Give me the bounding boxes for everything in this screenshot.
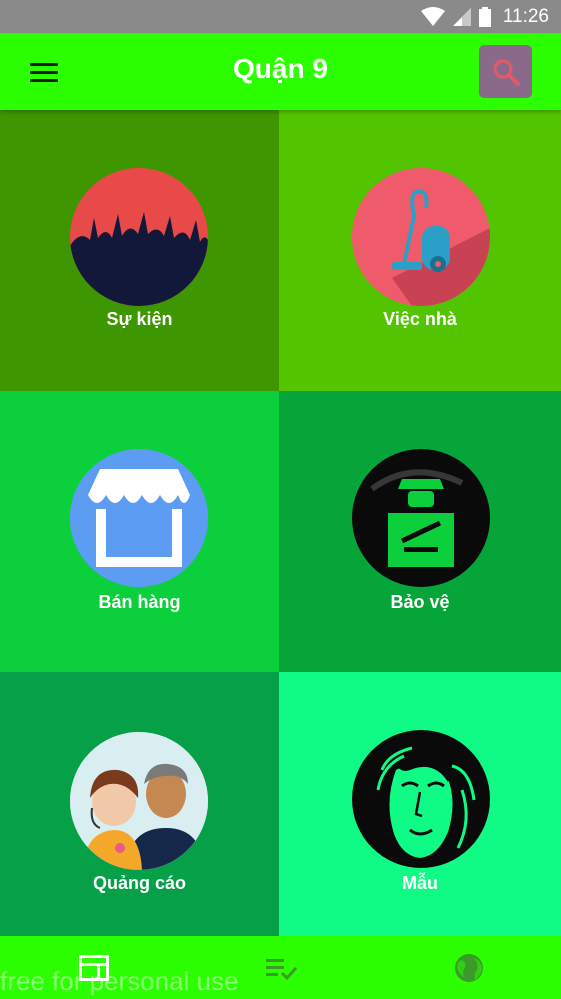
category-grid: Sự kiện Việc nhà Bán hàng Bảo vệ Quảng c… <box>0 110 561 936</box>
status-bar: 11:26 <box>0 0 561 33</box>
app-bar: Quận 9 <box>0 33 561 110</box>
concert-crowd-icon <box>70 168 208 306</box>
status-time: 11:26 <box>502 6 549 27</box>
tile-label: Bảo vệ <box>390 592 450 612</box>
tile-label: Mẫu <box>402 873 438 893</box>
support-agents-icon <box>70 732 208 870</box>
search-button[interactable] <box>479 45 532 98</box>
globe-icon <box>455 954 483 982</box>
tile-su-kien[interactable]: Sự kiện <box>0 110 279 391</box>
tile-mau[interactable]: Mẫu <box>279 672 561 936</box>
tile-quang-cao[interactable]: Quảng cáo <box>0 672 279 936</box>
security-guard-icon <box>352 449 490 587</box>
tile-label: Việc nhà <box>383 309 457 329</box>
tile-viec-nha[interactable]: Việc nhà <box>279 110 561 391</box>
wifi-icon <box>420 7 445 26</box>
tile-label: Quảng cáo <box>92 873 186 893</box>
page-title: Quận 9 <box>233 53 328 84</box>
vacuum-cleaner-icon <box>352 168 490 306</box>
watermark-text: free for personal use <box>0 966 239 996</box>
search-icon <box>492 58 520 86</box>
nav-globe[interactable] <box>449 948 489 988</box>
tile-ban-hang[interactable]: Bán hàng <box>0 391 279 672</box>
tile-label: Bán hàng <box>98 592 181 612</box>
battery-icon <box>478 7 491 27</box>
nav-playlist-check[interactable] <box>261 948 301 988</box>
tile-bao-ve[interactable]: Bảo vệ <box>279 391 561 672</box>
tile-label: Sự kiện <box>106 309 173 329</box>
signal-icon <box>452 8 471 26</box>
storefront-icon <box>70 449 208 587</box>
model-face-icon <box>352 730 490 868</box>
playlist-check-icon <box>266 959 298 981</box>
